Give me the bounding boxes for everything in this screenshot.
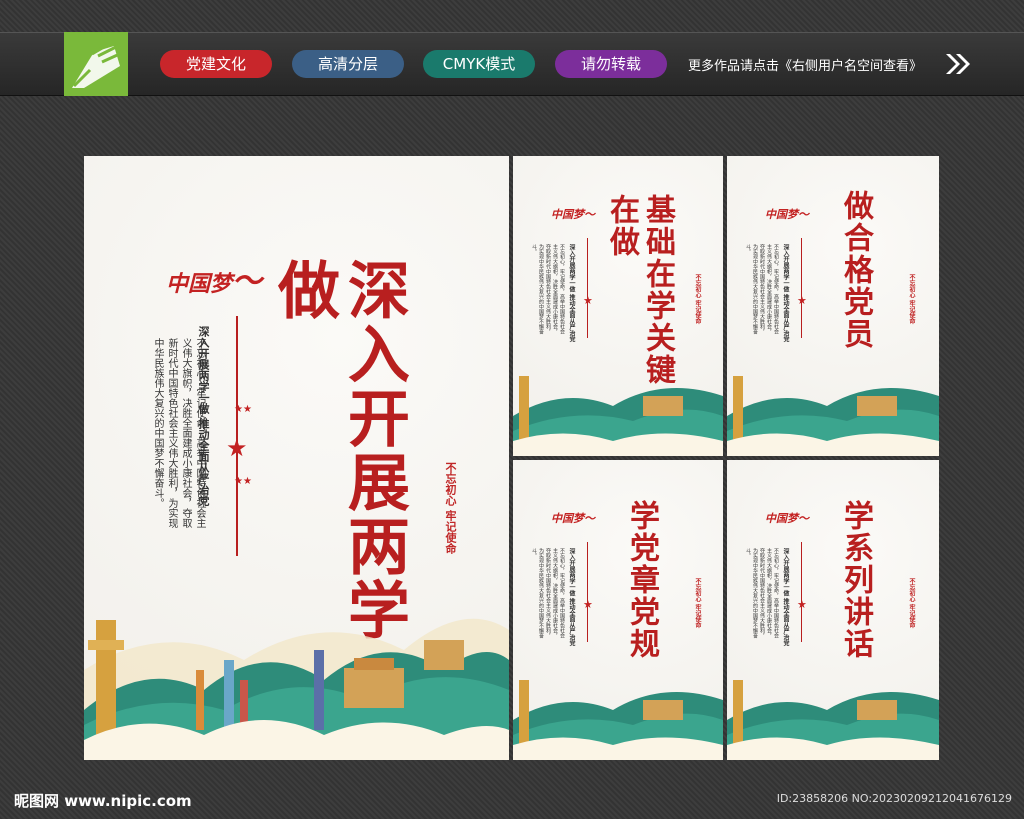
landscape-illustration <box>513 680 723 760</box>
china-dream-logo: 中国梦〜 <box>765 512 809 525</box>
small-poster-1: 中国梦〜 基础在学关键在做 深入开展两学一做 推动全面从严治党 不忘初心，牢记使… <box>513 156 723 456</box>
small-poster-subtitle: 深入开展两学一做 推动全面从严治党 <box>568 244 575 343</box>
main-poster: 中国梦〜 深入开展两学一做 深入开展两学一做 推动全面从严治党 不忘初心，牢记使… <box>84 156 509 760</box>
china-dream-logo: 中国梦〜 <box>765 208 809 221</box>
small-poster-subtitle: 深入开展两学一做 推动全面从严治党 <box>782 244 789 343</box>
tag-label: 请勿转载 <box>580 55 641 73</box>
small-poster-2: 中国梦〜 做合格党员 深入开展两学一做 推动全面从严治党 不忘初心，牢记使命，高… <box>727 156 939 456</box>
landscape-illustration <box>84 618 509 760</box>
tag-pill-hd[interactable]: 高清分层 <box>292 50 404 78</box>
divider-line <box>587 542 588 642</box>
divider-line <box>587 238 588 338</box>
tag-label: CMYK模式 <box>442 55 516 73</box>
tag-pill-no-repost[interactable]: 请勿转载 <box>555 50 667 78</box>
china-dream-logo: 中国梦〜 <box>551 208 595 221</box>
landscape-illustration <box>727 376 939 456</box>
divider-line <box>801 542 802 642</box>
small-poster-subtitle: 深入开展两学一做 推动全面从严治党 <box>568 548 575 647</box>
small-poster-slogan: 不忘初心 牢记使命 <box>908 578 915 629</box>
small-poster-slogan: 不忘初心 牢记使命 <box>908 274 915 325</box>
star-icon: ★★ <box>234 404 252 415</box>
small-poster-body: 不忘初心，牢记使命，高举中国特色社会主义伟大旗帜，决胜全面建成小康社会，夺取新时… <box>531 548 565 638</box>
small-poster-slogan: 不忘初心 牢记使命 <box>694 274 701 325</box>
tag-pill-cmyk[interactable]: CMYK模式 <box>423 50 535 78</box>
star-icon: ★ <box>226 434 248 462</box>
small-poster-slogan: 不忘初心 牢记使命 <box>694 578 701 629</box>
site-logo[interactable] <box>64 32 128 96</box>
pen-nib-icon <box>72 38 125 88</box>
site-watermark: 昵图网 www.nipic.com <box>14 792 192 810</box>
star-icon: ★ <box>797 294 807 307</box>
double-chevron-right-icon[interactable] <box>944 52 972 76</box>
small-poster-body: 不忘初心，牢记使命，高举中国特色社会主义伟大旗帜，决胜全面建成小康社会，夺取新时… <box>745 244 779 334</box>
landscape-illustration <box>513 376 723 456</box>
landscape-illustration <box>727 680 939 760</box>
small-poster-body: 不忘初心，牢记使命，高举中国特色社会主义伟大旗帜，决胜全面建成小康社会，夺取新时… <box>745 548 779 638</box>
tag-label: 党建文化 <box>185 55 246 73</box>
star-icon: ★ <box>583 598 593 611</box>
main-poster-body: 不忘初心，牢记使命，高举中国特色社会主义伟大旗帜，决胜全面建成小康社会，夺取新时… <box>152 338 205 528</box>
china-dream-logo: 中国梦〜 <box>166 264 263 299</box>
small-poster-subtitle: 深入开展两学一做 推动全面从严治党 <box>782 548 789 647</box>
small-poster-body: 不忘初心，牢记使命，高举中国特色社会主义伟大旗帜，决胜全面建成小康社会，夺取新时… <box>531 244 565 334</box>
star-icon: ★ <box>583 294 593 307</box>
tag-label: 高清分层 <box>317 55 378 73</box>
tag-pill-dangjian[interactable]: 党建文化 <box>160 50 272 78</box>
divider-line <box>801 238 802 338</box>
image-id-watermark: ID:23858206 NO:20230209212041676129 <box>776 792 1012 805</box>
china-dream-logo: 中国梦〜 <box>551 512 595 525</box>
star-icon: ★ <box>797 598 807 611</box>
more-works-note[interactable]: 更多作品请点击《右侧用户名空间查看》 <box>688 55 922 74</box>
small-poster-4: 中国梦〜 学系列讲话 深入开展两学一做 推动全面从严治党 不忘初心，牢记使命，高… <box>727 460 939 760</box>
small-poster-3: 中国梦〜 学党章党规 深入开展两学一做 推动全面从严治党 不忘初心，牢记使命，高… <box>513 460 723 760</box>
star-icon: ★★ <box>234 476 252 487</box>
